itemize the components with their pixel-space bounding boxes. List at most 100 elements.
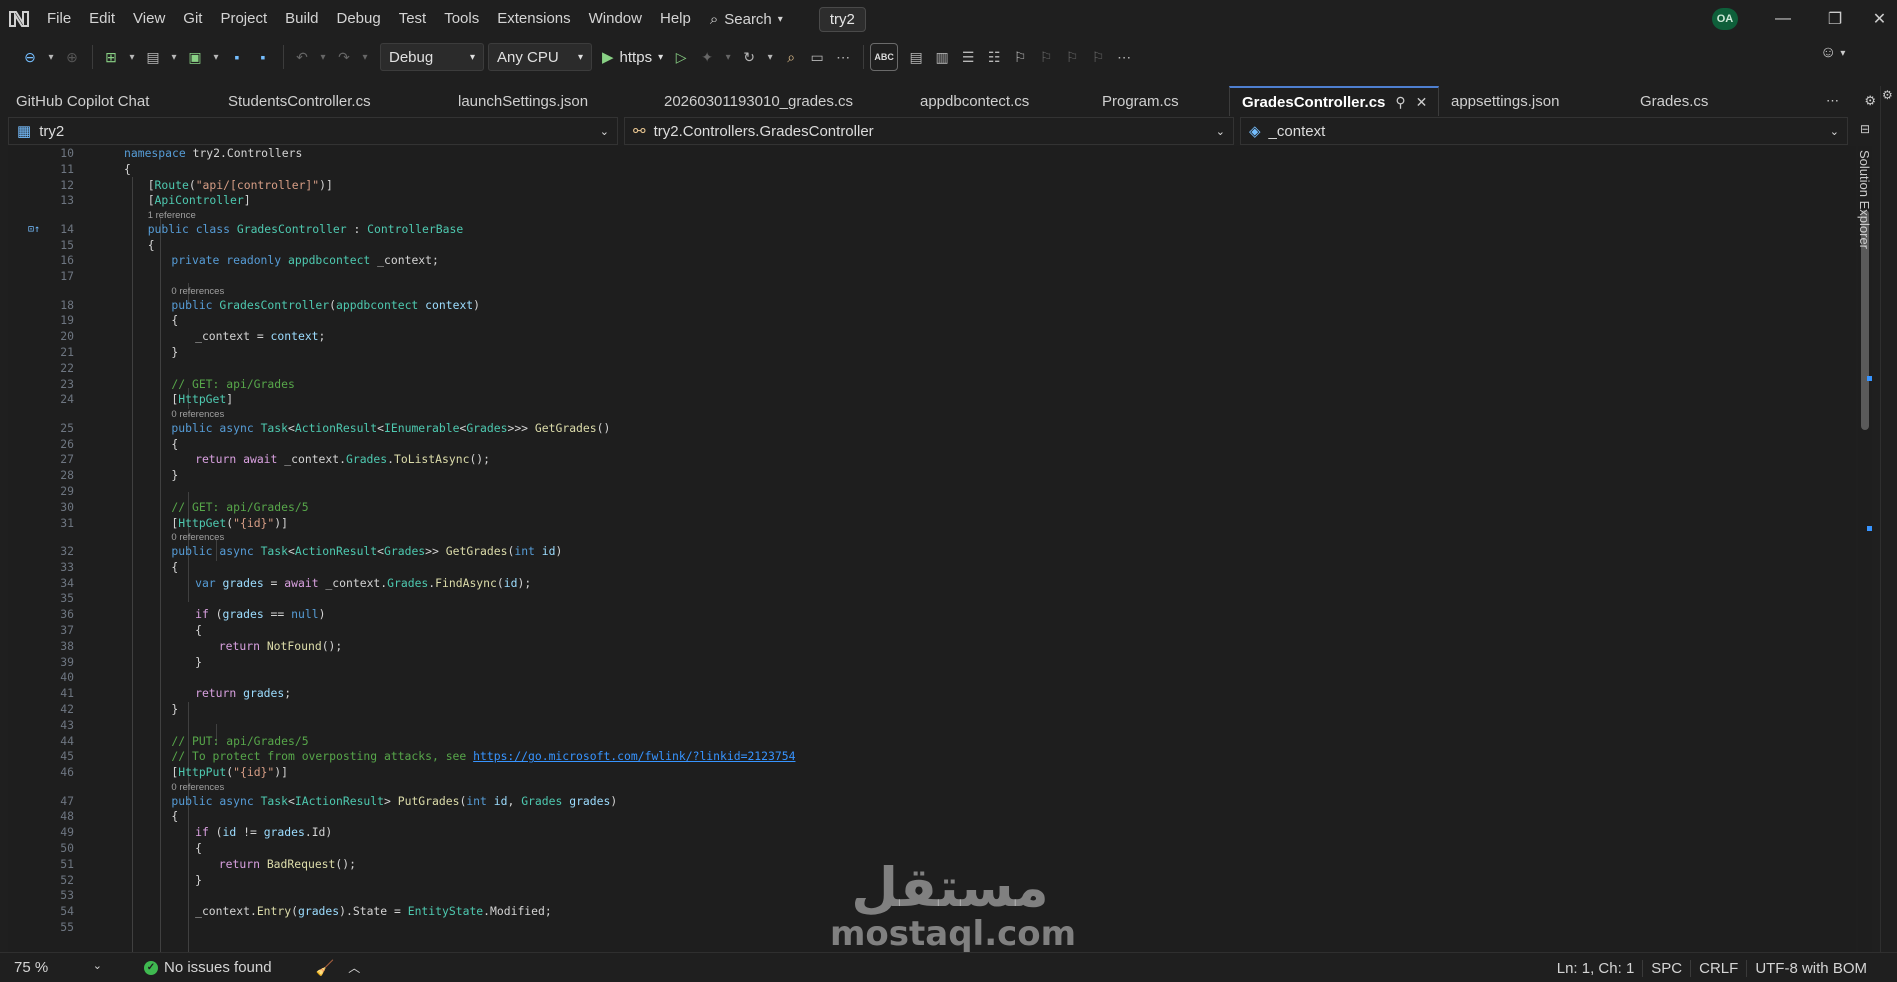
code-line[interactable]: 42} xyxy=(8,702,1808,718)
code-line[interactable]: 10 namespace try2.Controllers xyxy=(8,146,1808,162)
code-line[interactable]: 27 return await _context.Grades.ToListAsy… xyxy=(8,452,1808,468)
solution-explorer-tab[interactable]: Solution Explorer xyxy=(1857,150,1872,249)
code-line[interactable]: 36 if (grades == null) xyxy=(8,607,1808,623)
zoom-select[interactable]: 75 % ⌄ xyxy=(14,959,110,976)
file-encoding[interactable]: UTF-8 with BOM xyxy=(1746,959,1875,977)
code-line[interactable]: 14 public class GradesController : Contro… xyxy=(8,222,1808,238)
code-line[interactable]: 49 if (id != grades.Id) xyxy=(8,825,1808,841)
hot-reload-icon[interactable]: ✦ xyxy=(695,44,719,70)
member-select[interactable]: ◈ _context ⌄ xyxy=(1240,117,1848,145)
code-line[interactable]: 39} xyxy=(8,655,1808,671)
indent-icon[interactable]: ☷ xyxy=(982,44,1006,70)
menu-extensions[interactable]: Extensions xyxy=(488,0,579,38)
more-icon[interactable]: ⋯ xyxy=(1112,44,1136,70)
whitespace-mode[interactable]: SPC xyxy=(1642,959,1690,977)
code-line[interactable]: 15 { xyxy=(8,238,1808,254)
tab-appdbcontect[interactable]: appdbcontect.cs xyxy=(904,86,1086,116)
find-in-files-icon[interactable]: ⌕ xyxy=(779,44,803,70)
pin-icon[interactable]: ⚲ xyxy=(1395,94,1405,111)
code-line[interactable]: 19 { xyxy=(8,313,1808,329)
solution-name-badge[interactable]: try2 xyxy=(818,6,866,32)
undo-icon[interactable]: ↶ xyxy=(290,44,314,70)
line-endings[interactable]: CRLF xyxy=(1690,959,1746,977)
code-editor[interactable]: ⊡↑ 10 namespace try2.Controllers 11{12 [Rou… xyxy=(8,146,1856,952)
split-editor-icon[interactable]: ⊟ xyxy=(1858,117,1872,141)
minimize-icon[interactable]: — xyxy=(1760,0,1806,38)
browser-link-icon[interactable]: ▭ xyxy=(805,44,829,70)
codelens-references[interactable]: 1 reference xyxy=(148,210,196,221)
more-tabs-icon[interactable]: ⋯ xyxy=(1826,93,1839,109)
code-line[interactable]: 28} xyxy=(8,468,1808,484)
redo-icon[interactable]: ↷ xyxy=(332,44,356,70)
chevron-up-icon[interactable]: ︿ xyxy=(348,959,360,976)
code-line[interactable]: 35 xyxy=(8,591,1808,607)
copilot-button[interactable]: ☺ ▾ xyxy=(1820,44,1845,62)
chevron-down-icon[interactable]: ▾ xyxy=(209,44,223,70)
code-line[interactable]: 30 // GET: api/Grades/5 xyxy=(8,500,1808,516)
code-line[interactable]: 31 [HttpGet("{id}")] xyxy=(8,516,1808,532)
notifications-icon[interactable]: ⚙ xyxy=(1882,88,1896,102)
settings-gear-icon[interactable]: ⚙ xyxy=(1864,93,1876,109)
search-button[interactable]: ⌕ Search ▾ xyxy=(700,11,793,28)
tab-migration-grades[interactable]: 20260301193010_grades.cs xyxy=(648,86,904,116)
navigate-forward-icon[interactable]: ⊕ xyxy=(60,44,84,70)
menu-tools[interactable]: Tools xyxy=(435,0,488,38)
tab-program[interactable]: Program.cs xyxy=(1086,86,1229,116)
code-line[interactable]: 38 return NotFound(); xyxy=(8,639,1808,655)
code-line[interactable]: 18 public GradesController(appdbcontect c… xyxy=(8,298,1808,314)
code-line[interactable]: 24 [HttpGet] xyxy=(8,392,1808,408)
chevron-down-icon[interactable]: ▾ xyxy=(44,44,58,70)
menu-project[interactable]: Project xyxy=(211,0,276,38)
menu-view[interactable]: View xyxy=(124,0,174,38)
restart-icon[interactable]: ↻ xyxy=(737,44,761,70)
codelens-references[interactable]: 0 references xyxy=(171,286,224,297)
start-without-debugging-icon[interactable]: ▷ xyxy=(669,44,693,70)
tab-grades[interactable]: Grades.cs xyxy=(1624,86,1774,116)
chevron-down-icon[interactable]: ▾ xyxy=(763,44,777,70)
tab-github-copilot-chat[interactable]: GitHub Copilot Chat xyxy=(0,86,212,116)
new-file-icon[interactable]: ▤ xyxy=(141,44,165,70)
code-line[interactable]: 34 var grades = await _context.Grades.Fin… xyxy=(8,576,1808,592)
code-line[interactable]: 47 public async Task<IActionResult> PutGr… xyxy=(8,794,1808,810)
menu-build[interactable]: Build xyxy=(276,0,327,38)
code-line[interactable]: 29 xyxy=(8,484,1808,500)
code-line[interactable]: 20 _context = context; xyxy=(8,329,1808,345)
code-line[interactable]: 40 xyxy=(8,670,1808,686)
menu-window[interactable]: Window xyxy=(580,0,651,38)
quick-info-icon[interactable]: ▤ xyxy=(904,44,928,70)
code-line[interactable]: 21} xyxy=(8,345,1808,361)
codelens-references[interactable]: 0 references xyxy=(171,409,224,420)
more-icon[interactable]: ⋯ xyxy=(831,44,855,70)
codelens-references[interactable]: 0 references xyxy=(171,782,224,793)
type-select[interactable]: ⚯ try2.Controllers.GradesController ⌄ xyxy=(624,117,1234,145)
menu-debug[interactable]: Debug xyxy=(328,0,390,38)
chevron-down-icon[interactable]: ▾ xyxy=(721,44,735,70)
project-select[interactable]: ▦ try2 ⌄ xyxy=(8,117,618,145)
menu-file[interactable]: File xyxy=(38,0,80,38)
close-window-icon[interactable]: ✕ xyxy=(1862,0,1897,38)
vertical-scrollbar[interactable] xyxy=(1858,146,1872,952)
new-project-icon[interactable]: ⊞ xyxy=(99,44,123,70)
parameter-info-icon[interactable]: ▥ xyxy=(930,44,954,70)
code-line[interactable]: 17 xyxy=(8,269,1808,285)
clear-bookmarks-icon[interactable]: ⚐ xyxy=(1086,44,1110,70)
menu-edit[interactable]: Edit xyxy=(80,0,124,38)
code-line[interactable]: 16 private readonly appdbcontect _context… xyxy=(8,253,1808,269)
bookmark-icon[interactable]: ⚐ xyxy=(1008,44,1032,70)
code-line[interactable]: 37 { xyxy=(8,623,1808,639)
code-line[interactable]: 26 { xyxy=(8,437,1808,453)
avatar[interactable]: OA xyxy=(1712,8,1738,30)
tab-gradescontroller[interactable]: GradesController.cs ⚲ ✕ xyxy=(1229,86,1439,116)
chevron-down-icon[interactable]: ▾ xyxy=(358,44,372,70)
issues-indicator[interactable]: ✓ No issues found xyxy=(144,959,272,976)
outdent-icon[interactable]: ☰ xyxy=(956,44,980,70)
close-tab-icon[interactable]: ✕ xyxy=(1416,94,1428,111)
chevron-down-icon[interactable]: ▾ xyxy=(167,44,181,70)
add-item-icon[interactable]: ▣ xyxy=(183,44,207,70)
chevron-down-icon[interactable]: ▾ xyxy=(316,44,330,70)
code-line[interactable]: 50 { xyxy=(8,841,1808,857)
code-line[interactable]: 13 [ApiController] xyxy=(8,193,1808,209)
cursor-position[interactable]: Ln: 1, Ch: 1 xyxy=(1549,960,1643,977)
code-line[interactable]: 25 public async Task<ActionResult<IEnumer… xyxy=(8,421,1808,437)
code-line[interactable]: 33 { xyxy=(8,560,1808,576)
